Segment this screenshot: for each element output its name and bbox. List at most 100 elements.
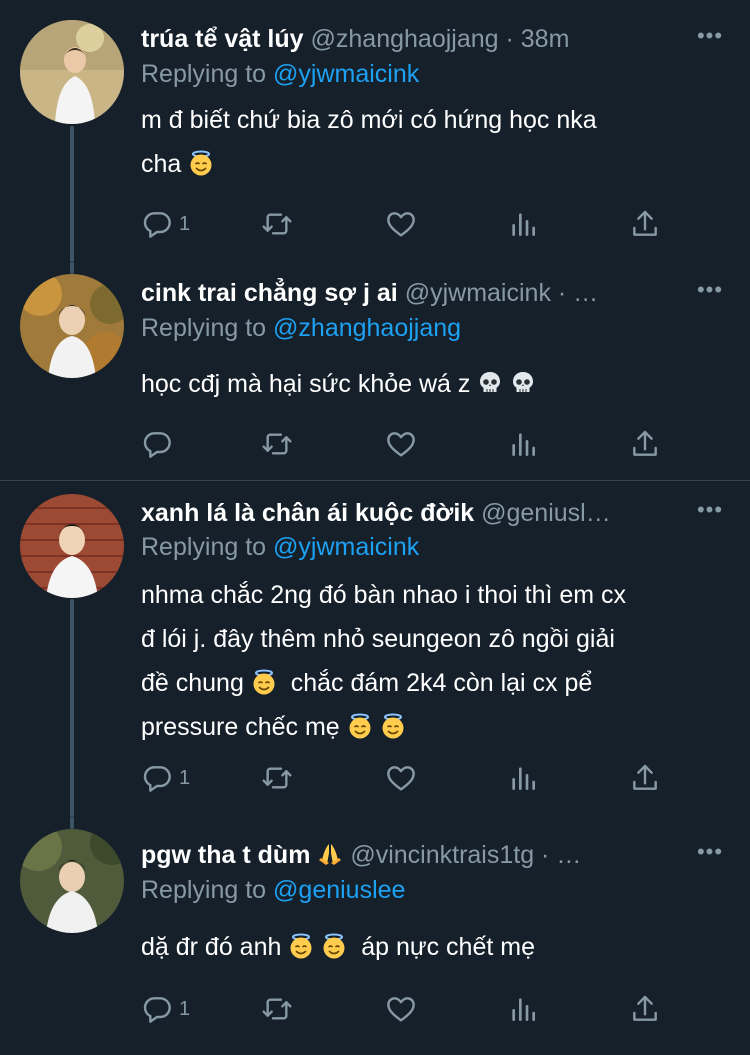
skull-emoji <box>510 370 536 396</box>
more-icon[interactable]: ••• <box>692 495 728 531</box>
tweet-text-line: cha <box>141 150 182 178</box>
avatar[interactable] <box>20 274 124 378</box>
like-button[interactable] <box>385 989 417 1029</box>
retweet-button[interactable] <box>261 204 293 244</box>
analytics-button[interactable] <box>507 989 539 1029</box>
tweet-text-line: học cđj mà hại sức khỏe wá z <box>141 370 471 398</box>
angel-emoji <box>188 150 214 176</box>
reply-button[interactable] <box>141 424 179 464</box>
like-button[interactable] <box>385 204 417 244</box>
handle[interactable]: @zhanghaojjang · 38m <box>311 25 570 53</box>
share-button[interactable] <box>629 204 661 244</box>
display-name[interactable]: trúa tể vật lúy <box>141 25 304 53</box>
share-icon <box>629 428 661 460</box>
mention-link[interactable]: @zhanghaojjang <box>273 314 461 342</box>
mention-link[interactable]: @yjwmaicink <box>273 60 419 88</box>
reply-icon <box>141 993 173 1025</box>
avatar[interactable] <box>20 20 124 124</box>
share-button[interactable] <box>629 758 661 798</box>
more-icon[interactable]: ••• <box>692 275 728 311</box>
more-icon[interactable]: ••• <box>692 837 728 873</box>
retweet-icon <box>261 208 293 240</box>
folded-hands-emoji <box>317 841 343 867</box>
replying-to: Replying to @geniuslee <box>141 872 405 908</box>
replying-to: Replying to @zhanghaojjang <box>141 310 461 346</box>
retweet-button[interactable] <box>261 989 293 1029</box>
retweet-button[interactable] <box>261 424 293 464</box>
reply-button[interactable]: 1 <box>141 758 190 798</box>
tweet[interactable]: cink trai chẳng sợ j ai @yjwmaicink · … … <box>0 262 750 480</box>
share-button[interactable] <box>629 424 661 464</box>
handle[interactable]: @vincinktrais1tg · … <box>350 841 581 869</box>
handle[interactable]: @yjwmaicink · … <box>405 279 598 307</box>
like-button[interactable] <box>385 424 417 464</box>
analytics-icon <box>507 762 539 794</box>
action-bar: 1 <box>141 989 721 1029</box>
thread-line <box>70 262 74 274</box>
handle[interactable]: @geniusl… <box>481 499 611 527</box>
avatar[interactable] <box>20 494 124 598</box>
display-name-tail: k <box>460 499 475 527</box>
thread-line <box>70 126 74 262</box>
display-name[interactable]: pgw tha t dùm <box>141 841 310 869</box>
analytics-icon <box>507 208 539 240</box>
reply-icon <box>141 762 173 794</box>
share-button[interactable] <box>629 989 661 1029</box>
tweet-text: nhma chắc 2ng đó bàn nhao i thoi thì em … <box>141 573 731 749</box>
retweet-icon <box>261 428 293 460</box>
display-name-text: xanh lá là chân ái kuộc đời <box>141 499 461 527</box>
reply-icon <box>141 428 173 460</box>
share-icon <box>629 762 661 794</box>
display-name[interactable]: xanh lá là chân ái kuộc đờik <box>141 499 474 527</box>
like-icon <box>385 993 417 1025</box>
mention-link[interactable]: @yjwmaicink <box>273 533 419 561</box>
tweet-text-line: chắc đám 2k4 còn lại cx pể <box>290 669 593 697</box>
replying-to: Replying to @yjwmaicink <box>141 56 419 92</box>
reply-count: 1 <box>179 212 191 235</box>
retweet-button[interactable] <box>261 758 293 798</box>
replying-to: Replying to @yjwmaicink <box>141 529 419 565</box>
tweet-header: xanh lá là chân ái kuộc đờik @geniusl… <box>141 495 701 531</box>
tweet[interactable]: trúa tể vật lúy @zhanghaojjang · 38m •••… <box>0 0 750 262</box>
analytics-icon <box>507 428 539 460</box>
avatar[interactable] <box>20 829 124 933</box>
analytics-icon <box>507 993 539 1025</box>
tweet-text: học cđj mà hại sức khỏe wá z <box>141 362 731 406</box>
action-bar <box>141 424 721 464</box>
display-name[interactable]: cink trai chẳng sợ j ai <box>141 279 398 307</box>
angel-emoji <box>380 713 406 739</box>
tweet-text-line: pressure chếc mẹ <box>141 713 340 741</box>
tweet-text-line: m đ biết chứ bia zô mới có hứng học nka <box>141 106 597 134</box>
retweet-icon <box>261 762 293 794</box>
reply-button[interactable]: 1 <box>141 989 190 1029</box>
tweet-header: cink trai chẳng sợ j ai @yjwmaicink · … <box>141 275 701 311</box>
reply-count: 1 <box>179 766 191 789</box>
reply-count: 1 <box>179 997 191 1020</box>
reply-icon <box>141 208 173 240</box>
tweet[interactable]: xanh lá là chân ái kuộc đờik @geniusl… •… <box>0 481 750 817</box>
angel-emoji <box>347 713 373 739</box>
share-icon <box>629 208 661 240</box>
analytics-button[interactable] <box>507 758 539 798</box>
tweet-text-line: nhma chắc 2ng đó bàn nhao i thoi thì em … <box>141 581 627 609</box>
replying-to-prefix: Replying to <box>141 60 267 88</box>
tweet-text-line: đề chung <box>141 669 244 697</box>
thread-line <box>70 599 74 817</box>
analytics-button[interactable] <box>507 424 539 464</box>
tweet-text-line: dặ đr đó anh <box>141 933 282 961</box>
tweet[interactable]: pgw tha t dùm @vincinktrais1tg · … ••• R… <box>0 817 750 1055</box>
tweet-header: pgw tha t dùm @vincinktrais1tg · … <box>141 837 701 873</box>
replying-to-prefix: Replying to <box>141 314 267 342</box>
more-icon[interactable]: ••• <box>692 21 728 57</box>
tweet-text: dặ đr đó anh áp nực chết mẹ <box>141 925 731 969</box>
like-icon <box>385 428 417 460</box>
tweet-text-line: áp nực chết mẹ <box>361 933 535 961</box>
tweet-header: trúa tể vật lúy @zhanghaojjang · 38m <box>141 21 701 57</box>
tweet-text-line: đ lói j. đây thêm nhỏ seungeon zô ngồi g… <box>141 625 615 653</box>
thread-line <box>70 817 74 829</box>
tweet-text: m đ biết chứ bia zô mới có hứng học nka … <box>141 98 731 186</box>
reply-button[interactable]: 1 <box>141 204 190 244</box>
like-button[interactable] <box>385 758 417 798</box>
mention-link[interactable]: @geniuslee <box>273 876 405 904</box>
analytics-button[interactable] <box>507 204 539 244</box>
